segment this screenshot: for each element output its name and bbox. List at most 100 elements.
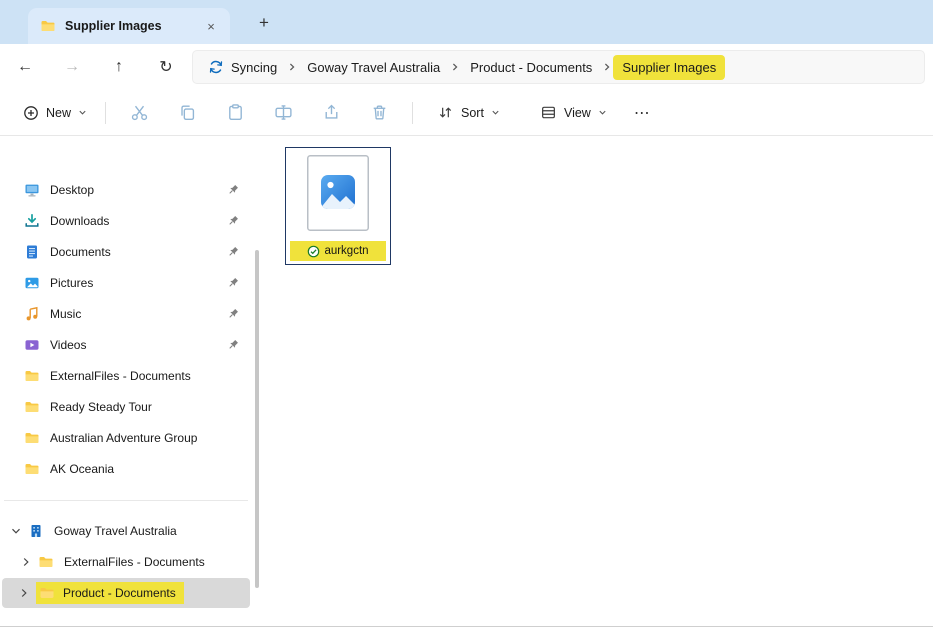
desktop-icon: [24, 182, 40, 198]
rename-button[interactable]: [263, 96, 303, 130]
forward-icon[interactable]: →: [55, 50, 89, 84]
folder-icon: [38, 554, 54, 570]
pin-icon: [226, 338, 240, 352]
plus-circle-icon: [23, 105, 39, 121]
folder-icon: [24, 368, 40, 384]
sort-button[interactable]: Sort: [428, 97, 509, 128]
address-bar[interactable]: Syncing Goway Travel Australia Product -…: [192, 50, 925, 84]
pictures-icon: [24, 275, 40, 291]
image-file-icon: [307, 155, 369, 231]
sidebar-item-label: Australian Adventure Group: [50, 431, 198, 445]
share-button[interactable]: [311, 96, 351, 130]
sidebar-item-documents[interactable]: Documents: [4, 237, 248, 267]
pin-icon: [226, 245, 240, 259]
chevron-down-icon: [78, 106, 87, 120]
organization-site-icon: [28, 523, 44, 539]
chevron-down-icon: [598, 106, 607, 120]
view-button-label: View: [563, 105, 591, 120]
sidebar-item-pictures[interactable]: Pictures: [4, 268, 248, 298]
sidebar-item-tree-product-documents[interactable]: Product - Documents: [2, 578, 250, 608]
pin-icon: [226, 183, 240, 197]
breadcrumb-item-supplier-images[interactable]: Supplier Images: [613, 54, 726, 80]
file-explorer-window: Supplier Images × + ← → ↑ ↻ Syncing Gowa…: [0, 0, 933, 627]
delete-button[interactable]: [359, 96, 399, 130]
folder-icon: [39, 585, 55, 601]
sidebar-item-australian-adventure-group[interactable]: Australian Adventure Group: [4, 423, 248, 453]
documents-icon: [24, 244, 40, 260]
sidebar-item-tree-externalfiles-documents[interactable]: ExternalFiles - Documents: [4, 547, 248, 577]
sidebar-item-desktop[interactable]: Desktop: [4, 175, 248, 205]
more-options-button[interactable]: ⋯: [634, 103, 651, 123]
sidebar-item-label: Music: [50, 307, 82, 321]
chevron-right-icon[interactable]: [20, 556, 32, 568]
file-name: aurkgctn: [290, 241, 386, 261]
pin-icon: [226, 276, 240, 290]
chevron-down-icon[interactable]: [10, 525, 22, 537]
view-button[interactable]: View: [531, 97, 616, 128]
sidebar-item-label: Ready Steady Tour: [50, 400, 152, 414]
new-button[interactable]: New: [14, 98, 96, 128]
chevron-right-icon: [601, 62, 613, 72]
pin-icon: [226, 307, 240, 321]
tab-bar: Supplier Images × +: [0, 0, 933, 44]
sidebar-item-label: Pictures: [50, 276, 94, 290]
sidebar-item-label: Videos: [50, 338, 87, 352]
highlighted-tree-item: Product - Documents: [36, 582, 184, 604]
new-tab-button[interactable]: +: [250, 10, 278, 36]
pin-icon: [226, 214, 240, 228]
tab-title: Supplier Images: [65, 19, 162, 33]
explorer-tab[interactable]: Supplier Images ×: [28, 8, 230, 44]
toolbar-divider: [412, 101, 414, 124]
cut-button[interactable]: [119, 96, 159, 130]
sidebar-item-ready-steady-tour[interactable]: Ready Steady Tour: [4, 392, 248, 422]
videos-icon: [24, 337, 40, 353]
sidebar-item-label: AK Oceania: [50, 462, 115, 476]
back-icon[interactable]: ←: [8, 50, 42, 84]
sidebar-item-externalfiles-documents[interactable]: ExternalFiles - Documents: [4, 361, 248, 391]
sidebar-item-label: Goway Travel Australia: [54, 524, 177, 538]
sidebar-item-downloads[interactable]: Downloads: [4, 206, 248, 236]
sidebar-item-goway-travel-australia[interactable]: Goway Travel Australia: [4, 516, 248, 546]
sidebar-divider: [4, 500, 248, 501]
file-item[interactable]: aurkgctn: [285, 147, 391, 265]
paste-button[interactable]: [215, 96, 255, 130]
chevron-right-icon[interactable]: [18, 587, 30, 599]
navigation-row: ← → ↑ ↻ Syncing Goway Travel Australia P…: [0, 44, 933, 90]
sidebar-item-videos[interactable]: Videos: [4, 330, 248, 360]
up-icon[interactable]: ↑: [102, 50, 136, 84]
sidebar-item-label: ExternalFiles - Documents: [50, 369, 191, 383]
folder-icon: [24, 399, 40, 415]
chevron-down-icon: [491, 106, 500, 120]
file-name-text: aurkgctn: [324, 245, 369, 257]
sidebar-item-label: Product - Documents: [63, 586, 176, 600]
folder-icon: [24, 430, 40, 446]
breadcrumb-item-product-documents[interactable]: Product - Documents: [461, 55, 601, 80]
sync-icon: [208, 59, 224, 75]
refresh-icon[interactable]: ↻: [149, 50, 183, 84]
file-list-area[interactable]: aurkgctn: [265, 136, 933, 626]
chevron-right-icon: [286, 62, 298, 72]
sort-button-label: Sort: [461, 105, 484, 120]
sidebar-item-label: ExternalFiles - Documents: [64, 555, 205, 569]
command-bar: New Sort View ⋯: [0, 90, 933, 136]
navigation-pane: Desktop Downloads Documents Pictures Mus…: [0, 136, 252, 626]
sidebar-item-label: Desktop: [50, 183, 95, 197]
downloads-icon: [24, 213, 40, 229]
sort-icon: [437, 104, 454, 121]
music-icon: [24, 306, 40, 322]
toolbar-divider: [105, 101, 107, 124]
breadcrumb-sync-label: Syncing: [231, 59, 278, 75]
sidebar-item-music[interactable]: Music: [4, 299, 248, 329]
sync-check-icon: [307, 245, 320, 258]
new-button-label: New: [46, 105, 72, 120]
tab-close-icon[interactable]: ×: [200, 15, 222, 37]
view-icon: [540, 104, 557, 121]
sidebar-scrollbar[interactable]: [255, 250, 259, 588]
chevron-right-icon: [449, 62, 461, 72]
breadcrumb-sync-status[interactable]: Syncing: [199, 54, 286, 80]
breadcrumb-item-goway-travel-australia[interactable]: Goway Travel Australia: [298, 55, 449, 80]
sidebar-item-label: Documents: [50, 245, 111, 259]
folder-icon: [40, 18, 56, 34]
copy-button[interactable]: [167, 96, 207, 130]
sidebar-item-ak-oceania[interactable]: AK Oceania: [4, 454, 248, 484]
